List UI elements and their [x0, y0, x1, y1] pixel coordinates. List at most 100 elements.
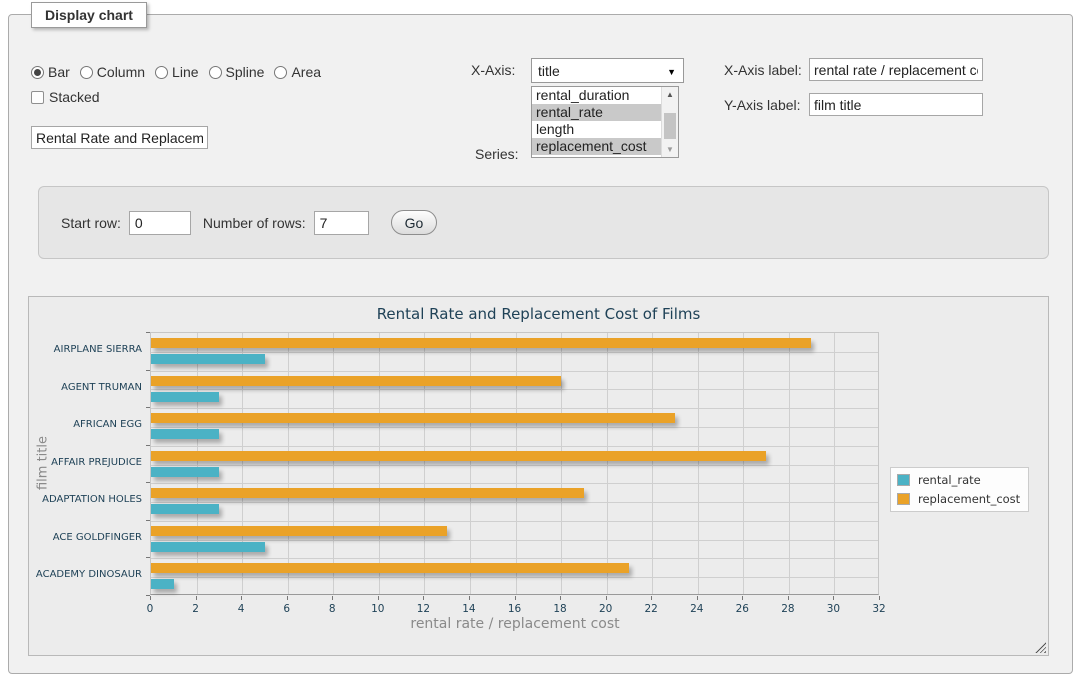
gridline-horizontal [151, 558, 878, 559]
radio-area-label[interactable]: Area [291, 64, 321, 80]
legend-swatch [897, 474, 910, 486]
y-axis-tick [146, 520, 150, 521]
series-scrollbar[interactable]: ▲ ▼ [661, 87, 678, 157]
category-label: ACADEMY DINOSAUR [32, 569, 142, 580]
bar-replacement-cost [151, 526, 447, 536]
legend-item: replacement_cost [897, 492, 1020, 506]
y-axis-tick [146, 370, 150, 371]
x-tick-label: 28 [773, 603, 803, 615]
x-axis-tick [742, 596, 743, 600]
x-tick-label: 18 [545, 603, 575, 615]
x-axis-tick [651, 596, 652, 600]
gridline-horizontal [151, 577, 878, 578]
start-row-label: Start row: [61, 215, 121, 231]
x-axis-title: rental rate / replacement cost [374, 616, 656, 632]
chart-legend: rental_rate replacement_cost [890, 467, 1029, 512]
x-tick-label: 22 [636, 603, 666, 615]
radio-line-label[interactable]: Line [172, 64, 198, 80]
scroll-up-icon[interactable]: ▲ [662, 87, 678, 102]
series-listbox[interactable]: rental_duration rental_rate length repla… [531, 86, 679, 158]
radio-area[interactable]: Area [274, 64, 321, 80]
series-option-rental-rate[interactable]: rental_rate [532, 104, 661, 121]
radio-bar-circle[interactable] [31, 66, 44, 79]
radio-bar-label[interactable]: Bar [48, 64, 70, 80]
scrollbar-thumb[interactable] [664, 113, 676, 139]
series-option-replacement-cost[interactable]: replacement_cost [532, 138, 661, 155]
gridline-vertical [424, 333, 425, 594]
x-axis-tick [196, 596, 197, 600]
y-axis-label-input[interactable] [809, 93, 983, 116]
resize-handle-icon[interactable] [1035, 642, 1046, 653]
x-axis-tick [560, 596, 561, 600]
bar-replacement-cost [151, 488, 584, 498]
bar-replacement-cost [151, 451, 766, 461]
chart-title: Rental Rate and Replacement Cost of Film… [29, 305, 1048, 323]
stacked-checkbox-row[interactable]: Stacked [31, 89, 100, 105]
num-rows-label: Number of rows: [203, 215, 306, 231]
radio-line-circle[interactable] [155, 66, 168, 79]
legend-item: rental_rate [897, 473, 1020, 487]
x-axis-tick [378, 596, 379, 600]
y-axis-tick [146, 557, 150, 558]
x-tick-label: 16 [500, 603, 530, 615]
series-option-rental-duration[interactable]: rental_duration [532, 87, 661, 104]
stacked-label[interactable]: Stacked [49, 89, 100, 105]
num-rows-input[interactable] [314, 211, 369, 235]
gridline-horizontal [151, 521, 878, 522]
gridline-horizontal [151, 502, 878, 503]
chart-type-radio-group: Bar Column Line Spline Area [31, 64, 321, 80]
legend-label: rental_rate [918, 473, 981, 487]
gridline-vertical [197, 333, 198, 594]
category-label: AGENT TRUMAN [32, 382, 142, 393]
bar-rental-rate [151, 354, 265, 364]
radio-spline-circle[interactable] [209, 66, 222, 79]
radio-spline[interactable]: Spline [209, 64, 265, 80]
display-chart-fieldset: Display chart Bar Column Line Spline Are… [8, 14, 1073, 674]
x-tick-label: 26 [727, 603, 757, 615]
y-axis-label-field-label: Y-Axis label: [724, 97, 801, 113]
gridline-horizontal [151, 427, 878, 428]
x-tick-label: 20 [591, 603, 621, 615]
bar-rental-rate [151, 542, 265, 552]
dropdown-arrow-icon[interactable]: ▼ [667, 67, 676, 77]
radio-column[interactable]: Column [80, 64, 145, 80]
x-axis-tick [515, 596, 516, 600]
x-tick-label: 30 [818, 603, 848, 615]
y-axis-tick [146, 445, 150, 446]
radio-column-label[interactable]: Column [97, 64, 145, 80]
go-button[interactable]: Go [391, 210, 438, 235]
bar-replacement-cost [151, 563, 629, 573]
x-axis-tick [423, 596, 424, 600]
series-options: rental_duration rental_rate length repla… [532, 87, 661, 155]
gridline-vertical [607, 333, 608, 594]
gridline-horizontal [151, 389, 878, 390]
x-axis-label-field-label: X-Axis label: [724, 62, 802, 78]
stacked-checkbox[interactable] [31, 91, 44, 104]
radio-area-circle[interactable] [274, 66, 287, 79]
radio-line[interactable]: Line [155, 64, 198, 80]
bar-replacement-cost [151, 413, 675, 423]
series-option-length[interactable]: length [532, 121, 661, 138]
legend-swatch [897, 493, 910, 505]
x-tick-label: 8 [317, 603, 347, 615]
gridline-horizontal [151, 465, 878, 466]
radio-column-circle[interactable] [80, 66, 93, 79]
x-axis-tick [332, 596, 333, 600]
x-tick-label: 10 [363, 603, 393, 615]
x-axis-tick [879, 596, 880, 600]
gridline-horizontal [151, 408, 878, 409]
x-axis-label-input[interactable] [809, 58, 983, 81]
chart-title-input[interactable] [31, 126, 208, 149]
chart-container: Rental Rate and Replacement Cost of Film… [28, 296, 1049, 656]
chart-plot-area [150, 332, 879, 595]
gridline-vertical [561, 333, 562, 594]
radio-bar[interactable]: Bar [31, 64, 70, 80]
category-label: ACE GOLDFINGER [32, 532, 142, 543]
category-label: ADAPTATION HOLES [32, 494, 142, 505]
gridline-vertical [743, 333, 744, 594]
x-tick-label: 12 [408, 603, 438, 615]
radio-spline-label[interactable]: Spline [226, 64, 265, 80]
x-axis-select[interactable]: title ▼ [531, 58, 684, 83]
start-row-input[interactable] [129, 211, 191, 235]
scroll-down-icon[interactable]: ▼ [662, 142, 678, 157]
